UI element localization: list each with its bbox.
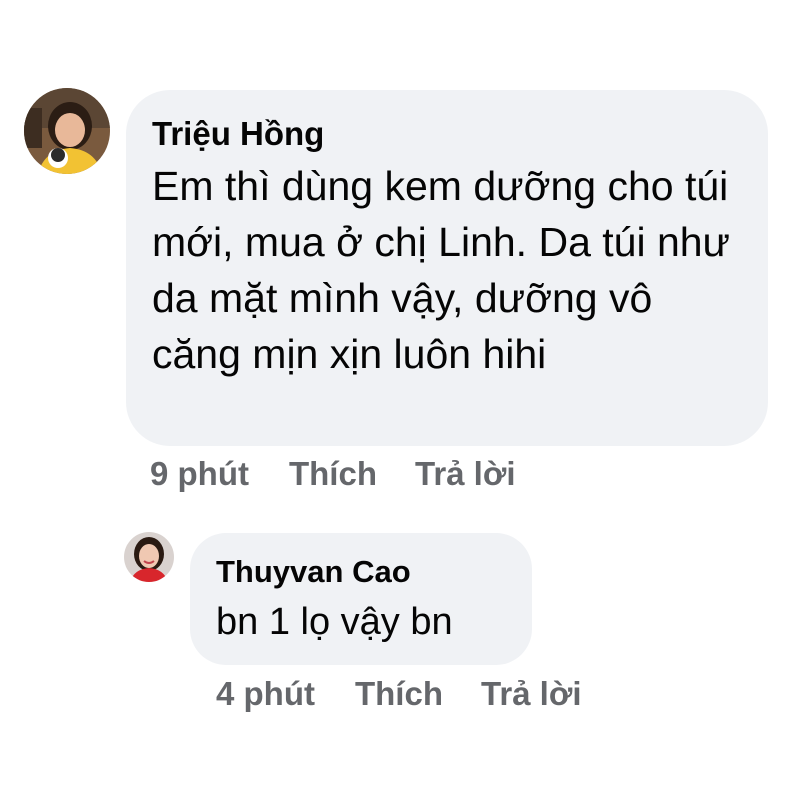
comment-actions: 9 phút Thích Trả lời xyxy=(150,452,515,496)
comment-bubble: Triệu Hồng Em thì dùng kem dưỡng cho túi… xyxy=(126,90,768,446)
comment-text: Em thì dùng kem dưỡng cho túi mới, mua ở… xyxy=(152,163,731,377)
commenter-avatar[interactable] xyxy=(24,88,110,174)
comment-text: bn 1 lọ vậy bn xyxy=(216,601,453,643)
reply-button[interactable]: Trả lời xyxy=(415,455,516,493)
avatar-photo xyxy=(124,532,174,582)
like-button[interactable]: Thích xyxy=(289,455,377,493)
comment-bubble: Thuyvan Cao bn 1 lọ vậy bn xyxy=(190,533,532,665)
comment-author[interactable]: Triệu Hồng xyxy=(152,112,744,156)
comment-time[interactable]: 4 phút xyxy=(216,675,315,713)
comment-author[interactable]: Thuyvan Cao xyxy=(216,551,512,593)
avatar-photo xyxy=(24,88,110,174)
reply-button[interactable]: Trả lời xyxy=(481,675,582,713)
like-button[interactable]: Thích xyxy=(355,675,443,713)
comment-time[interactable]: 9 phút xyxy=(150,455,249,493)
comment-actions: 4 phút Thích Trả lời xyxy=(216,672,581,716)
commenter-avatar[interactable] xyxy=(124,532,174,582)
